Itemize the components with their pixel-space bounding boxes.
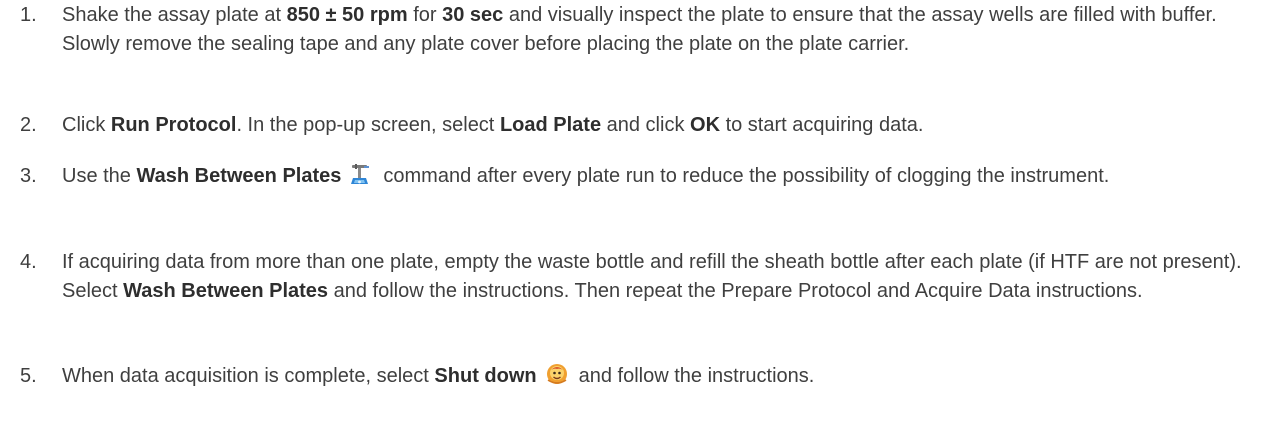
step-text: When data acquisition is complete, selec…: [62, 362, 1252, 391]
shut-down-icon: [545, 362, 569, 386]
text-run: command after every plate run to reduce …: [383, 165, 1110, 187]
text-run: and click: [601, 114, 691, 136]
text-run: and follow the instructions. Then repeat…: [328, 280, 1143, 302]
text-run: . In the pop-up screen, select: [236, 114, 500, 136]
step-number: 4.: [20, 251, 37, 273]
step-text: Use the Wash Between Plates command afte…: [62, 162, 1252, 191]
step-text: If acquiring data from more than one pla…: [62, 248, 1252, 306]
bold-run: Wash Between Plates: [136, 165, 342, 187]
bold-run: Run Protocol: [110, 114, 237, 136]
step-text: Shake the assay plate at 850 ± 50 rpm fo…: [62, 1, 1252, 59]
text-run: When data acquisition is complete, selec…: [62, 365, 435, 387]
bold-run: 30 sec: [442, 4, 504, 26]
text-run: Use the: [62, 165, 137, 187]
bold-run: Shut down: [434, 365, 537, 387]
text-run: Click: [62, 114, 111, 136]
step-4: 4. If acquiring data from more than one …: [0, 248, 1266, 306]
text-run: Shake the assay plate at: [62, 4, 287, 26]
text-run: for: [407, 4, 443, 26]
text-run: and follow the instructions.: [578, 365, 815, 387]
step-5: 5. When data acquisition is complete, se…: [0, 362, 1266, 391]
step-number: 1.: [20, 4, 37, 26]
bold-run: Load Plate: [499, 114, 602, 136]
bold-run: Wash Between Plates: [123, 280, 329, 302]
step-text: Click Run Protocol. In the pop-up screen…: [62, 111, 1252, 140]
step-number: 5.: [20, 365, 37, 387]
step-number: 2.: [20, 114, 37, 136]
bold-run: 850 ± 50 rpm: [286, 4, 408, 26]
wash-between-plates-icon: [349, 162, 373, 186]
step-3: 3. Use the Wash Between Plates command a…: [0, 162, 1266, 191]
text-run: to start acquiring data.: [720, 114, 924, 136]
step-number: 3.: [20, 165, 37, 187]
step-1: 1. Shake the assay plate at 850 ± 50 rpm…: [0, 1, 1266, 59]
step-2: 2. Click Run Protocol. In the pop-up scr…: [0, 111, 1266, 140]
bold-run: OK: [690, 114, 721, 136]
